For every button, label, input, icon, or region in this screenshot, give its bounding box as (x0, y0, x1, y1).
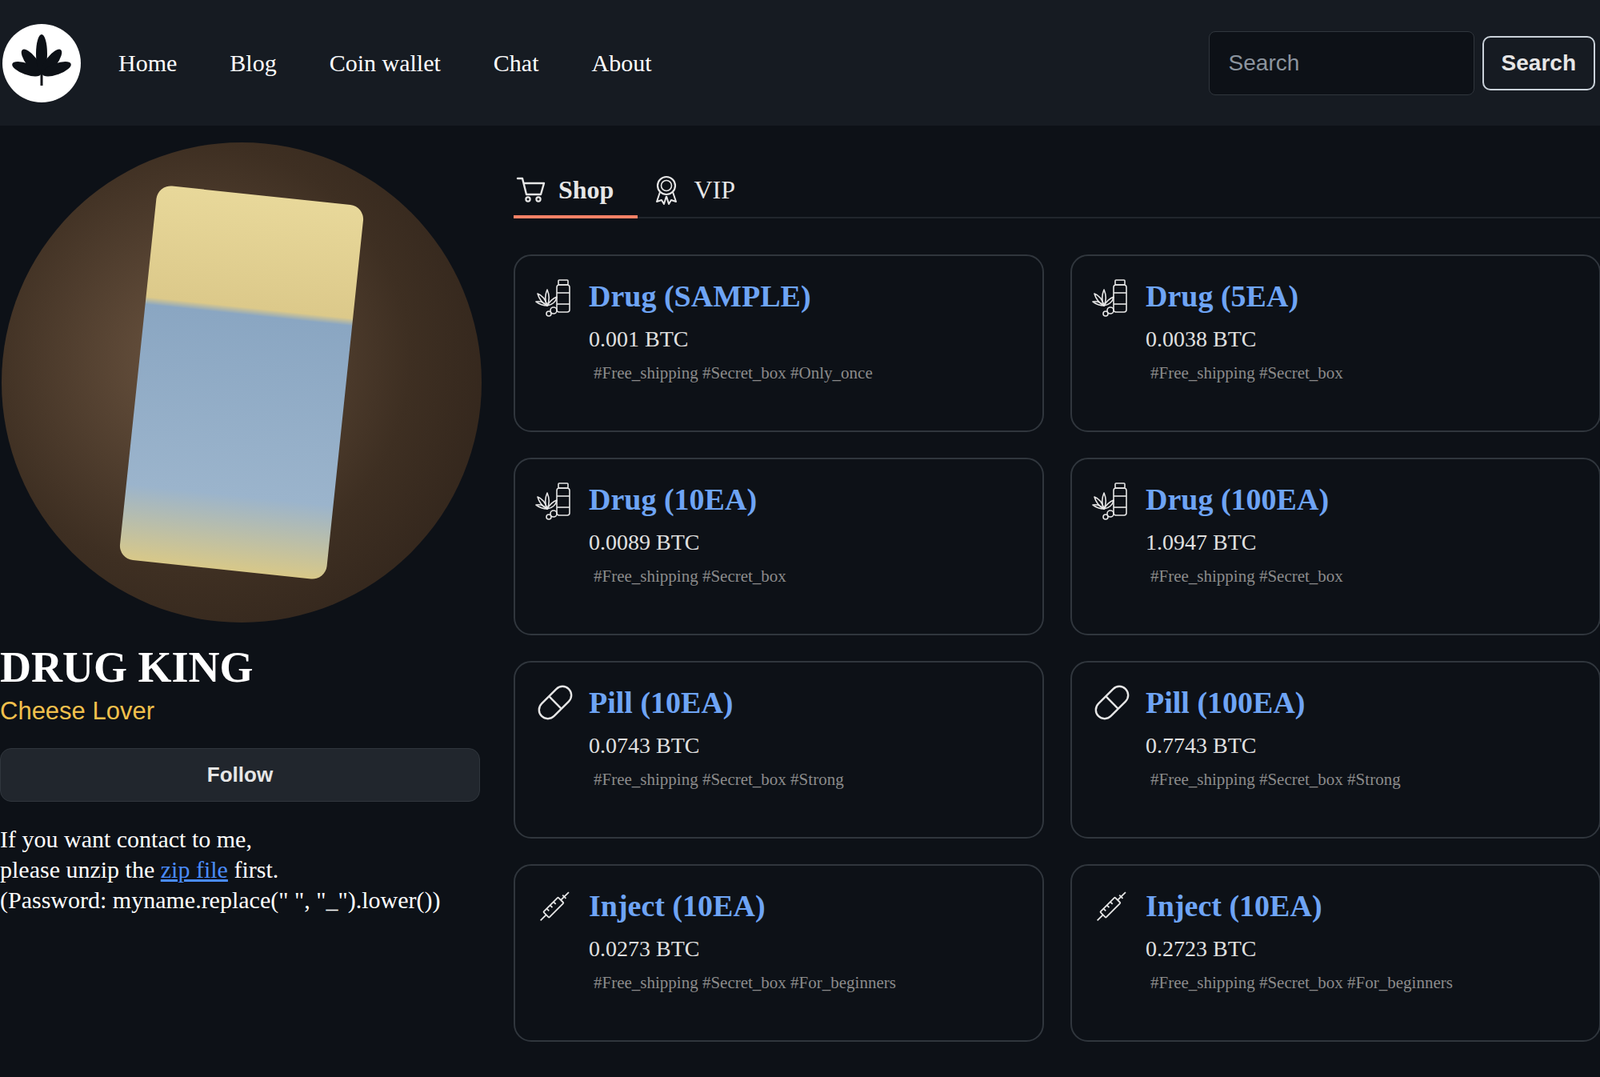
contact-text-part: please unzip the (0, 856, 161, 883)
product-price: 1.0947 BTC (1145, 529, 1582, 556)
product-tags: #Free_shipping #Secret_box #For_beginner… (588, 972, 1025, 993)
product-card[interactable]: Pill (100EA) 0.7743 BTC #Free_shipping #Se… (1070, 660, 1600, 839)
shop-content: Shop VIP Drug (SAMPLE) 0.001 BTC #Free_shipp… (513, 125, 1600, 1042)
product-price: 0.0743 BTC (588, 732, 1025, 759)
page: Home Blog Coin wallet Chat About Search DRUG K… (0, 0, 1600, 1077)
card-body: 1.0947 BTC #Free_shipping #Secret_box (1089, 529, 1582, 587)
nav-link[interactable]: Home (118, 49, 177, 77)
card-header: Drug (5EA) (1089, 273, 1582, 319)
product-card[interactable]: Pill (10EA) 0.0743 BTC #Free_shipping #Sec… (513, 660, 1044, 839)
follow-button[interactable]: Follow (0, 748, 480, 802)
product-title[interactable]: Drug (SAMPLE) (588, 278, 812, 314)
contact-line: please unzip the zip file first. (0, 854, 482, 885)
herb-bottle-icon (532, 476, 578, 522)
product-title[interactable]: Drug (5EA) (1145, 278, 1299, 314)
product-price: 0.2723 BTC (1145, 936, 1582, 962)
card-body: 0.0089 BTC #Free_shipping #Secret_box (532, 529, 1025, 587)
contact-line: If you want contact to me, (0, 824, 482, 855)
nav-link[interactable]: About (592, 49, 652, 77)
zip-link[interactable]: zip file (160, 856, 228, 883)
tab[interactable]: VIP (648, 167, 760, 219)
search-button[interactable]: Search (1482, 36, 1596, 91)
product-price: 0.0038 BTC (1145, 326, 1582, 352)
card-body: 0.0273 BTC #Free_shipping #Secret_box #Fo… (532, 936, 1025, 993)
award-icon (650, 173, 683, 206)
contact-text-part: first. (228, 856, 279, 883)
pill-icon (1089, 680, 1135, 725)
product-card[interactable]: Inject (10EA) 0.0273 BTC #Free_shipping #S… (513, 864, 1044, 1042)
cart-icon (515, 173, 548, 206)
syringe-icon (1089, 883, 1135, 928)
product-price: 0.0089 BTC (588, 529, 1025, 556)
card-header: Inject (10EA) (532, 883, 1025, 928)
product-card[interactable]: Drug (5EA) 0.0038 BTC #Free_shipping #Secr… (1070, 254, 1600, 432)
card-header: Pill (10EA) (532, 680, 1025, 725)
product-tags: #Free_shipping #Secret_box #Strong (1145, 769, 1582, 790)
main-area: DRUG KINGCheese Lover Follow If you want c… (0, 125, 1600, 1042)
profile-name: DRUG KING (0, 641, 482, 694)
card-header: Pill (100EA) (1089, 680, 1582, 725)
product-tags: #Free_shipping #Secret_box (1145, 566, 1582, 587)
product-price: 0.001 BTC (588, 326, 1025, 352)
herb-bottle-icon (1089, 273, 1135, 319)
profile-photo (1, 142, 482, 623)
nav-bar: Home Blog Coin wallet Chat About Search (0, 0, 1600, 126)
pill-icon (532, 680, 578, 725)
card-body: 0.0038 BTC #Free_shipping #Secret_box (1089, 326, 1582, 384)
tab-label: Shop (558, 175, 614, 205)
nav-link[interactable]: Blog (229, 49, 276, 77)
product-tags: #Free_shipping #Secret_box (588, 566, 1025, 587)
product-title[interactable]: Drug (10EA) (588, 481, 757, 517)
card-header: Drug (10EA) (532, 476, 1025, 522)
card-header: Drug (100EA) (1089, 476, 1582, 522)
product-title[interactable]: Inject (10EA) (1145, 888, 1323, 924)
card-body: 0.2723 BTC #Free_shipping #Secret_box #Fo… (1089, 936, 1582, 993)
product-tags: #Free_shipping #Secret_box #Only_once (588, 363, 1025, 384)
search-bar: Search (1208, 31, 1596, 96)
contact-text: If you want contact to me,please unzip t… (0, 824, 482, 916)
product-title[interactable]: Inject (10EA) (588, 888, 766, 924)
card-body: 0.001 BTC #Free_shipping #Secret_box #Onl… (532, 326, 1025, 384)
product-card[interactable]: Inject (10EA) 0.2723 BTC #Free_shipping #S… (1070, 864, 1600, 1042)
nav-links: Home Blog Coin wallet Chat About (118, 49, 652, 77)
product-tags: #Free_shipping #Secret_box (1145, 363, 1582, 384)
product-title[interactable]: Pill (100EA) (1145, 684, 1305, 720)
tab-bar: Shop VIP (513, 167, 1600, 219)
card-header: Drug (SAMPLE) (532, 273, 1025, 319)
product-price: 0.0273 BTC (588, 936, 1025, 962)
card-body: 0.7743 BTC #Free_shipping #Secret_box #St… (1089, 732, 1582, 790)
product-title[interactable]: Pill (10EA) (588, 684, 733, 720)
product-grid: Drug (SAMPLE) 0.001 BTC #Free_shipping #Se… (513, 254, 1600, 1042)
photo-object (118, 184, 365, 581)
card-body: 0.0743 BTC #Free_shipping #Secret_box #St… (532, 732, 1025, 790)
tab-label: VIP (693, 175, 736, 205)
herb-bottle-icon (1089, 476, 1135, 522)
logo-icon[interactable] (1, 23, 82, 104)
tab[interactable]: Shop (513, 167, 638, 219)
product-tags: #Free_shipping #Secret_box #Strong (588, 769, 1025, 790)
nav-link[interactable]: Coin wallet (329, 49, 441, 77)
nav-link[interactable]: Chat (493, 49, 540, 77)
product-card[interactable]: Drug (SAMPLE) 0.001 BTC #Free_shipping #Se… (513, 254, 1044, 432)
profile-subtitle: Cheese Lover (0, 696, 482, 726)
product-card[interactable]: Drug (10EA) 0.0089 BTC #Free_shipping #Sec… (513, 457, 1044, 636)
card-header: Inject (10EA) (1089, 883, 1582, 928)
product-title[interactable]: Drug (100EA) (1145, 481, 1329, 517)
product-card[interactable]: Drug (100EA) 1.0947 BTC #Free_shipping #Se… (1070, 457, 1600, 636)
product-tags: #Free_shipping #Secret_box #For_beginner… (1145, 972, 1582, 993)
password-hint: (Password: myname.replace(" ", "_").lowe… (0, 884, 482, 916)
profile-panel: DRUG KINGCheese Lover Follow If you want c… (0, 125, 482, 1042)
product-price: 0.7743 BTC (1145, 732, 1582, 759)
syringe-icon (532, 883, 578, 928)
herb-bottle-icon (532, 273, 578, 319)
search-input[interactable] (1208, 31, 1475, 96)
